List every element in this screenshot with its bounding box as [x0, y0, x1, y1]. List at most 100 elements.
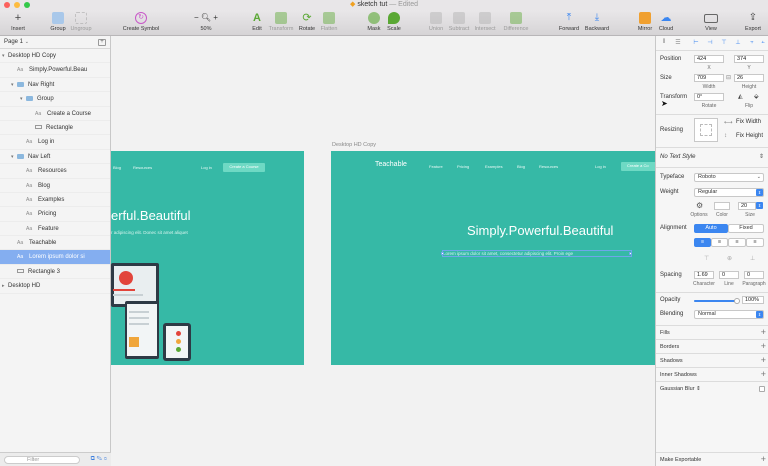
layer-row[interactable]: ▸ Desktop HD [0, 279, 110, 294]
fix-width-icon[interactable]: ⟷ [724, 119, 733, 126]
gaussian-blur-checkbox[interactable] [759, 386, 765, 392]
layer-row[interactable]: Aa Resources [0, 164, 110, 179]
position-x-field[interactable]: 424 [694, 55, 724, 63]
artboard-desktop-hd-copy[interactable]: Teachable Feature Pricing Examples Blog … [331, 151, 655, 365]
edit-layers-icon[interactable]: ⧉ ✎ ⚬ [91, 456, 107, 463]
line-spacing-field[interactable]: 0 [719, 271, 739, 279]
opacity-slider[interactable] [694, 298, 740, 304]
fix-width-label[interactable]: Fix Width [736, 119, 761, 125]
text-align-left-button[interactable]: ≡ [694, 238, 711, 247]
resizing-widget[interactable] [694, 118, 718, 142]
text-align-center-button[interactable]: ≡ [711, 238, 728, 247]
add-fill-icon[interactable]: + [761, 328, 766, 337]
align-bottom-icon[interactable]: ⫠ [759, 39, 767, 46]
borders-section[interactable]: Borders + [656, 339, 768, 353]
shadows-section[interactable]: Shadows + [656, 353, 768, 367]
layer-row[interactable]: Aa Lorem ipsum dolor si [0, 250, 110, 265]
flip-horizontal-icon[interactable]: ◭ [738, 93, 743, 100]
resize-handle-right[interactable] [629, 252, 632, 255]
fix-height-label[interactable]: Fix Height [736, 133, 763, 139]
font-size-field[interactable]: 20 [738, 202, 756, 210]
create-symbol-button[interactable]: ↻ Create Symbol [120, 12, 162, 34]
layer-row[interactable]: Aa Examples [0, 193, 110, 208]
lock-icon[interactable]: ⊟ [726, 74, 731, 81]
export-button[interactable]: ⇪ Export [738, 12, 768, 34]
cloud-button[interactable]: ☁ Cloud [648, 12, 684, 34]
opacity-field[interactable]: 100% [742, 296, 764, 304]
align-left-icon[interactable]: ⊢ [692, 39, 700, 46]
gaussian-blur-section[interactable]: Gaussian Blur ⇕ [656, 381, 768, 395]
close-window-button[interactable] [4, 2, 10, 8]
inner-shadows-section[interactable]: Inner Shadows + [656, 367, 768, 381]
add-border-icon[interactable]: + [761, 342, 766, 351]
layer-name: Group [37, 96, 54, 103]
difference-button[interactable]: Difference [498, 12, 534, 34]
add-inner-shadow-icon[interactable]: + [761, 370, 766, 379]
layer-row[interactable]: ▾ Group [0, 92, 110, 107]
layer-row[interactable]: ▾ Desktop HD Copy [0, 49, 110, 64]
font-size-stepper[interactable]: ⇕ [756, 202, 763, 209]
blending-select[interactable]: Normal ⇕ [694, 310, 764, 319]
fix-height-icon[interactable]: ↕ [724, 133, 727, 139]
fills-section[interactable]: Fills + [656, 325, 768, 339]
layer-row[interactable]: Aa Feature [0, 222, 110, 237]
filter-input[interactable]: Filter [4, 456, 80, 464]
text-align-right-button[interactable]: ≡ [728, 238, 746, 247]
align-center-icon[interactable]: ⊣ [706, 39, 714, 46]
rotate-field[interactable]: 0° [694, 93, 724, 101]
zoom-control[interactable]: − 🔍︎ + 50% [188, 12, 224, 34]
weight-select[interactable]: Regular ⇕ [694, 188, 764, 197]
resize-handle-left[interactable] [441, 252, 444, 255]
hero-subtitle[interactable]: Lorem ipsum dolor sit amet, consectetur … [442, 250, 632, 257]
align-top-icon[interactable]: ⊥ [734, 39, 742, 46]
export-section[interactable]: Make Exportable + [656, 452, 768, 466]
opacity-slider-knob[interactable] [734, 298, 740, 304]
text-align-justify-button[interactable]: ≡ [746, 238, 764, 247]
text-style-select[interactable]: No Text Style [660, 154, 695, 160]
vertical-align-middle-icon[interactable]: ⊕ [727, 255, 732, 262]
add-page-button[interactable]: + [98, 39, 106, 46]
add-export-icon[interactable]: + [761, 455, 766, 464]
color-swatch[interactable] [714, 202, 730, 210]
auto-width-toggle[interactable]: Auto [694, 224, 728, 233]
canvas[interactable]: Blog Resources Log in Create a Course er… [111, 36, 655, 466]
vertical-align-top-icon[interactable]: ⊤ [704, 255, 709, 262]
layer-row[interactable]: Rectangle 3 [0, 265, 110, 280]
flip-vertical-icon[interactable]: ⬙ [754, 93, 759, 100]
layer-row[interactable]: ▾ Nav Right [0, 78, 110, 93]
flatten-button[interactable]: Flatten [311, 12, 347, 34]
layer-row[interactable]: Rectangle [0, 121, 110, 136]
gear-icon[interactable]: ⚙ [696, 201, 703, 210]
ungroup-button[interactable]: Ungroup [63, 12, 99, 34]
view-button[interactable]: View [693, 12, 729, 34]
layer-row[interactable]: Aa Blog [0, 179, 110, 193]
character-spacing-field[interactable]: 1.69 [694, 271, 714, 279]
width-field[interactable]: 709 [694, 74, 724, 82]
maximize-window-button[interactable] [24, 2, 30, 8]
page-selector[interactable]: Page 1 ⌄ + [0, 36, 110, 49]
distribute-horizontal-icon[interactable]: ⫴ [660, 39, 668, 46]
layer-row[interactable]: Aa Pricing [0, 207, 110, 222]
typeface-select[interactable]: Roboto ⌄ [694, 173, 764, 182]
paragraph-spacing-field[interactable]: 0 [744, 271, 764, 279]
backward-button[interactable]: ⤓ Backward [579, 12, 615, 34]
layer-row[interactable]: Aa Simply.Powerful.Beau [0, 63, 110, 78]
layer-row[interactable]: Aa Log in [0, 135, 110, 150]
layer-row[interactable]: Aa Create a Course [0, 107, 110, 121]
position-y-field[interactable]: 374 [734, 55, 764, 63]
chevron-updown-icon[interactable]: ⇕ [759, 153, 764, 160]
distribute-vertical-icon[interactable]: ☰ [674, 39, 682, 46]
insert-button[interactable]: + Insert [0, 12, 36, 34]
align-middle-icon[interactable]: ⫟ [748, 39, 756, 46]
fixed-width-toggle[interactable]: Fixed [728, 224, 764, 233]
align-right-icon[interactable]: ⊤ [720, 39, 728, 46]
vertical-align-bottom-icon[interactable]: ⊥ [750, 255, 755, 262]
scale-button[interactable]: Scale [376, 12, 412, 34]
minimize-window-button[interactable] [14, 2, 20, 8]
add-shadow-icon[interactable]: + [761, 356, 766, 365]
artboard-desktop-hd[interactable]: Blog Resources Log in Create a Course er… [111, 151, 304, 365]
height-field[interactable]: 26 [734, 74, 764, 82]
artboard-label[interactable]: Desktop HD Copy [332, 142, 376, 148]
layer-row[interactable]: Aa Teachable [0, 236, 110, 251]
layer-row[interactable]: ▾ Nav Left [0, 150, 110, 165]
